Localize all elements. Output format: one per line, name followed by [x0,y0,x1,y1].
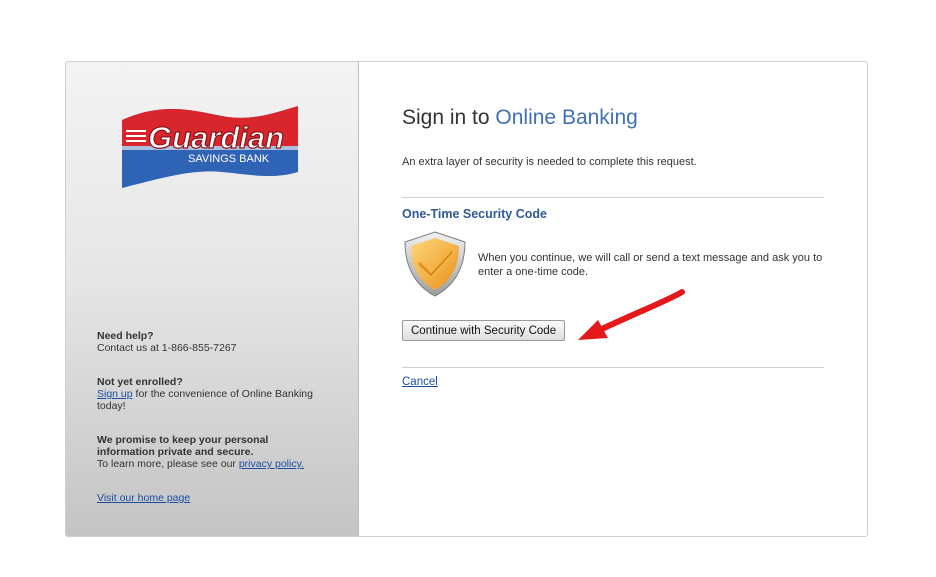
help-contact: Contact us at 1-866-855-7267 [97,342,237,354]
top-divider [402,197,824,198]
sidebar: Guardian SAVINGS BANK Need help? Contact… [66,62,359,536]
privacy-heading-line1: We promise to keep your personal [97,434,269,446]
description: When you continue, we will call or send … [478,252,823,278]
privacy-policy-link[interactable]: privacy policy. [239,458,304,470]
section-title: One-Time Security Code [402,207,547,221]
privacy-text-wrap: To learn more, please see our privacy po… [97,458,304,470]
continue-security-code-button[interactable]: Continue with Security Code [402,320,566,341]
home-page-link[interactable]: Visit our home page [97,492,190,504]
help-block: Need help? Contact us at 1-866-855-7267 [97,330,237,354]
logo-subtitle: SAVINGS BANK [188,153,270,165]
enroll-heading: Not yet enrolled? [97,376,183,388]
sign-up-link[interactable]: Sign up [97,388,133,400]
shield-check-icon [404,231,466,297]
cancel-link[interactable]: Cancel [402,376,438,388]
intro-text: An extra layer of security is needed to … [402,156,697,168]
enroll-text-wrap: Sign up for the convenience of Online Ba… [97,388,329,412]
guardian-logo: Guardian SAVINGS BANK [122,106,298,188]
title-accent: Online Banking [495,106,638,129]
logo-name: Guardian [148,120,284,155]
page-title: Sign in to Online Banking [402,106,638,130]
privacy-text: To learn more, please see our [97,458,239,470]
help-heading: Need help? [97,330,154,342]
home-block: Visit our home page [97,492,190,504]
signin-card: Guardian SAVINGS BANK Need help? Contact… [65,61,868,537]
title-prefix: Sign in to [402,106,496,129]
red-arrow-icon [578,289,685,340]
enroll-block: Not yet enrolled? Sign up for the conven… [97,376,329,412]
privacy-block: We promise to keep your personal informa… [97,434,304,470]
privacy-heading-line2: information private and secure. [97,446,254,458]
bottom-divider [402,367,824,368]
